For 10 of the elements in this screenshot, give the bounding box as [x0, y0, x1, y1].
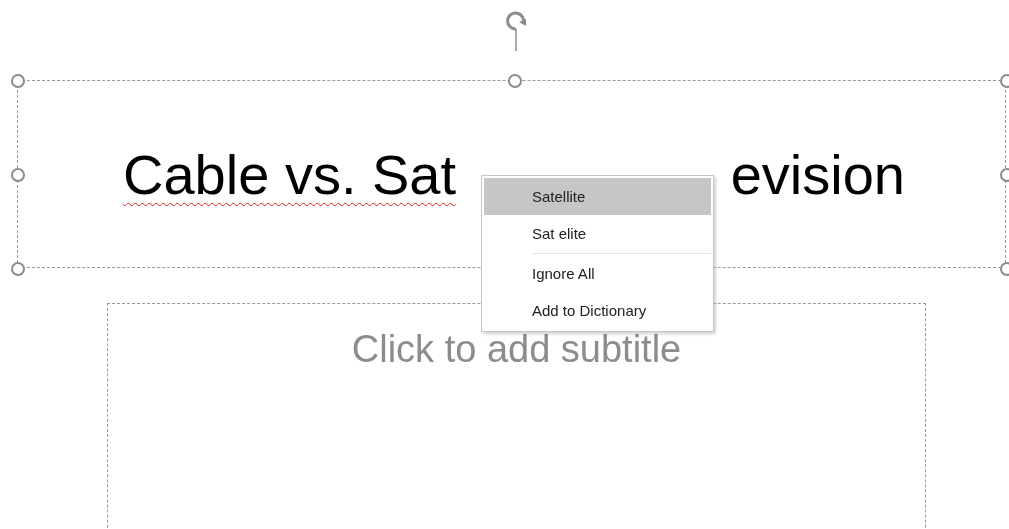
subtitle-placeholder: Click to add subtitle: [351, 328, 682, 372]
menu-item[interactable]: Ignore All: [484, 255, 711, 292]
suggestion-item[interactable]: Satellite: [484, 178, 711, 215]
resize-handle[interactable]: [11, 262, 25, 276]
suggestion-item[interactable]: Sat elite: [484, 215, 711, 252]
resize-handle[interactable]: [508, 74, 522, 88]
resize-handle[interactable]: [11, 168, 25, 182]
title-text: Cable vs. Sat: [123, 141, 457, 207]
title-text: evision: [730, 141, 905, 207]
resize-handle[interactable]: [11, 74, 25, 88]
